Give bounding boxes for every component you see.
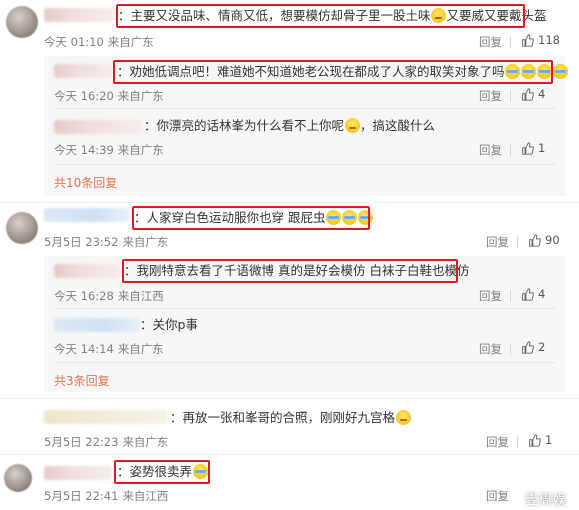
thumbs-up-icon (522, 141, 534, 155)
like-button[interactable]: 4 (521, 287, 545, 301)
reply-button[interactable]: 回复 (486, 234, 509, 250)
divider (517, 236, 518, 248)
username[interactable] (54, 64, 114, 78)
like-button[interactable]: 118 (521, 33, 560, 47)
divider (0, 454, 579, 455)
thumbs-up-icon (529, 233, 541, 247)
username[interactable] (44, 208, 130, 222)
location: 来自广东 (117, 342, 164, 356)
smirk-emoji-icon (395, 410, 411, 425)
reply-text: ：你漂亮的话林峯为什么看不上你呢 ，搞这酸什么 (144, 117, 435, 135)
divider (510, 36, 511, 48)
comment-meta: 5月5日 23:52 来自广东 (44, 234, 168, 250)
location: 来自广东 (117, 89, 164, 103)
highlight-box (132, 206, 370, 230)
reply-text-main: ：你漂亮的话林峯为什么看不上你呢 (144, 118, 345, 133)
comment-meta: 5月5日 22:23 来自广东 (44, 434, 168, 450)
username[interactable] (54, 264, 120, 278)
timestamp: 5月5日 22:23 (44, 435, 119, 449)
avatar[interactable] (6, 212, 38, 244)
location: 来自广东 (117, 143, 164, 157)
divider (517, 436, 518, 448)
comment-text: ：再放一张和峯哥的合照，刚刚好九宫格 (170, 409, 411, 427)
divider (54, 362, 556, 363)
reply-button[interactable]: 回复 (479, 34, 502, 50)
highlight-box (116, 4, 525, 28)
highlight-box (113, 60, 553, 84)
like-button[interactable]: 1 (528, 433, 552, 447)
timestamp: 今天 14:14 (54, 342, 114, 356)
reply-button[interactable]: 回复 (486, 434, 509, 450)
username[interactable] (54, 318, 140, 332)
thumbs-up-icon (522, 287, 534, 301)
timestamp: 今天 14:39 (54, 143, 114, 157)
location: 来自广东 (122, 235, 169, 249)
avatar[interactable] (4, 464, 32, 492)
thumbs-up-icon (529, 433, 541, 447)
like-button[interactable]: 4 (521, 87, 545, 101)
divider (510, 144, 511, 156)
like-count: 4 (538, 287, 546, 301)
divider (510, 290, 511, 302)
timestamp: 今天 16:28 (54, 289, 114, 303)
comment-text-main: ：再放一张和峯哥的合照，刚刚好九宫格 (170, 410, 396, 425)
timestamp: 5月5日 23:52 (44, 235, 119, 249)
location: 来自广东 (107, 35, 154, 49)
reply-button[interactable]: 回复 (479, 142, 502, 158)
reply-meta: 今天 16:28 来自江西 (54, 288, 164, 304)
more-replies-link[interactable]: 共3条回复 (54, 372, 110, 389)
location: 来自江西 (117, 289, 164, 303)
reply-text: ：关你p事 (140, 316, 198, 334)
divider (510, 90, 511, 102)
watermark: 壹周娱 (524, 493, 567, 508)
timestamp: 5月5日 22:41 (44, 489, 119, 503)
divider (54, 108, 556, 109)
reply-button[interactable]: 回复 (479, 88, 502, 104)
like-button[interactable]: 90 (528, 233, 560, 247)
highlight-box (114, 460, 210, 484)
username[interactable] (54, 120, 142, 134)
divider (54, 308, 556, 309)
smirk-emoji-icon (344, 118, 360, 133)
avatar[interactable] (6, 6, 38, 38)
timestamp: 今天 01:10 (44, 35, 104, 49)
divider (54, 164, 556, 165)
comment-meta: 5月5日 22:41 来自江西 (44, 488, 168, 504)
divider (0, 398, 579, 399)
reply-text-main: ：关你p事 (140, 317, 198, 332)
like-count: 118 (538, 33, 560, 47)
like-count: 90 (545, 233, 560, 247)
like-button[interactable]: 2 (521, 340, 545, 354)
username[interactable] (44, 466, 112, 480)
like-button[interactable]: 1 (521, 141, 545, 155)
divider (0, 202, 579, 203)
laugh-cry-emoji-icon (553, 64, 569, 79)
location: 来自江西 (122, 489, 169, 503)
thumbs-up-icon (522, 87, 534, 101)
like-count: 1 (545, 433, 553, 447)
like-count: 2 (538, 340, 546, 354)
reply-button[interactable]: 回复 (479, 341, 502, 357)
reply-button[interactable]: 回复 (486, 488, 509, 504)
more-replies-link[interactable]: 共10条回复 (54, 174, 117, 191)
username[interactable] (44, 410, 168, 424)
like-count: 4 (538, 87, 546, 101)
like-count: 1 (538, 141, 546, 155)
reply-button[interactable]: 回复 (479, 288, 502, 304)
comment-meta: 今天 01:10 来自广东 (44, 34, 154, 50)
divider (510, 343, 511, 355)
reply-meta: 今天 14:39 来自广东 (54, 142, 164, 158)
thumbs-up-icon (522, 340, 534, 354)
thumbs-up-icon (522, 33, 534, 47)
highlight-box (122, 259, 458, 283)
username[interactable] (44, 8, 114, 22)
reply-meta: 今天 16:20 来自广东 (54, 88, 164, 104)
timestamp: 今天 16:20 (54, 89, 114, 103)
location: 来自广东 (122, 435, 169, 449)
reply-meta: 今天 14:14 来自广东 (54, 341, 164, 357)
reply-text-suffix: ，搞这酸什么 (360, 118, 436, 133)
